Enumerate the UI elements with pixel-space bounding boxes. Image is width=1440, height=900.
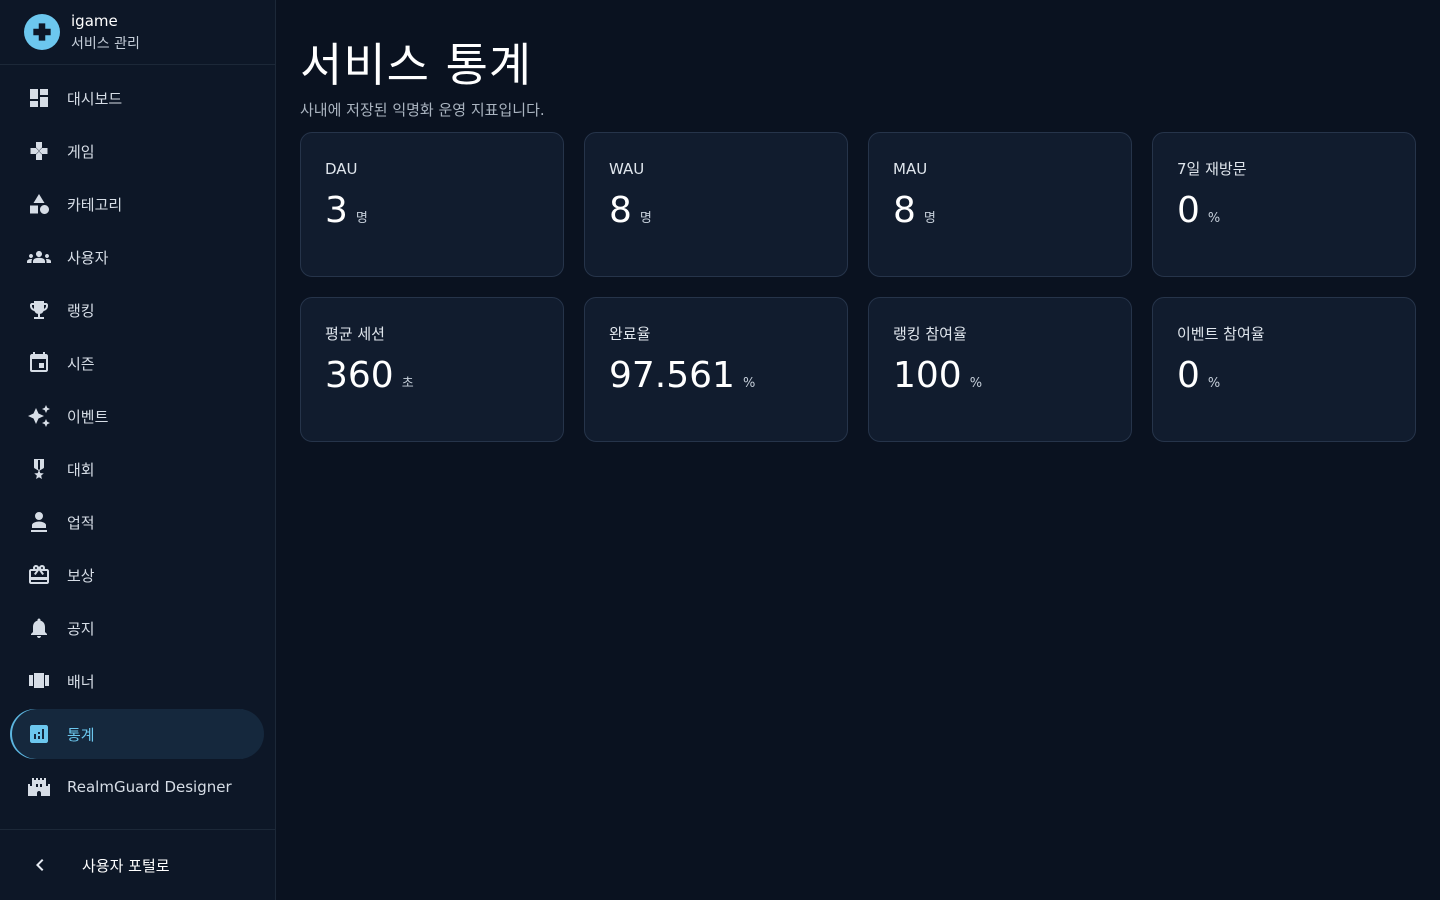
stat-card-dau: DAU 3명	[300, 132, 564, 277]
stat-label: DAU	[325, 160, 358, 178]
sidebar-item-label: 배너	[67, 672, 95, 691]
sidebar-item-label: 대시보드	[67, 89, 123, 108]
sidebar-item-realmguard-designer[interactable]: RealmGuard Designer	[10, 762, 264, 812]
stat-value: 8	[609, 190, 632, 231]
sidebar-item-label: 이벤트	[67, 407, 109, 426]
sidebar-item-label: 보상	[67, 566, 95, 585]
stat-unit: %	[1207, 211, 1221, 226]
chevron-left-icon	[28, 853, 52, 877]
sidebar-item-label: 시즌	[67, 354, 95, 373]
sidebar-item-tournaments[interactable]: 대회	[10, 444, 264, 494]
sidebar-item-label: 통계	[67, 725, 95, 744]
sidebar-item-seasons[interactable]: 시즌	[10, 338, 264, 388]
stat-value: 100	[893, 355, 962, 396]
stat-card-event-participation: 이벤트 참여율 0%	[1152, 297, 1416, 442]
sidebar-item-label: RealmGuard Designer	[67, 778, 232, 796]
sidebar-item-banners[interactable]: 배너	[10, 656, 264, 706]
sidebar-item-ranking[interactable]: 랭킹	[10, 285, 264, 335]
gamepad-logo-icon	[24, 14, 60, 50]
stat-value: 0	[1177, 190, 1200, 231]
sparkle-icon	[26, 403, 52, 429]
stat-unit: 명	[923, 211, 936, 226]
stat-label: WAU	[609, 160, 645, 178]
sidebar-item-rewards[interactable]: 보상	[10, 550, 264, 600]
page-subtitle: 사내에 저장된 익명화 운영 지표입니다.	[300, 101, 545, 119]
sidebar-item-label: 대회	[67, 460, 95, 479]
sidebar-item-achievements[interactable]: 업적	[10, 497, 264, 547]
stat-label: 완료율	[609, 325, 651, 343]
sidebar-item-users[interactable]: 사용자	[10, 232, 264, 282]
user-portal-link[interactable]: 사용자 포털로	[0, 829, 275, 900]
sidebar-item-label: 사용자	[67, 248, 109, 267]
stats-grid: DAU 3명 WAU 8명 MAU 8명 7일 재방문 0% 평균 세션 360…	[300, 132, 1416, 442]
bell-icon	[26, 615, 52, 641]
stat-value: 8	[893, 190, 916, 231]
banner-icon	[26, 668, 52, 694]
category-icon	[26, 191, 52, 217]
stat-label: 7일 재방문	[1177, 160, 1247, 178]
stat-card-ranking-participation: 랭킹 참여율 100%	[868, 297, 1132, 442]
calendar-icon	[26, 350, 52, 376]
sidebar-item-label: 공지	[67, 619, 95, 638]
stat-unit: %	[969, 376, 983, 391]
sidebar-item-games[interactable]: 게임	[10, 126, 264, 176]
users-icon	[26, 244, 52, 270]
medal-icon	[26, 456, 52, 482]
gamepad-icon	[26, 138, 52, 164]
dashboard-icon	[26, 85, 52, 111]
sidebar: igame 서비스 관리 대시보드 게임 카테고리 사용자 랭킹 시즌 이벤트 …	[0, 0, 276, 900]
stat-unit: %	[742, 376, 756, 391]
brand[interactable]: igame 서비스 관리	[0, 0, 275, 65]
brand-name: igame	[71, 11, 118, 30]
sidebar-item-label: 카테고리	[67, 195, 123, 214]
stat-value: 97.561	[609, 355, 735, 396]
stat-unit: 명	[639, 211, 652, 226]
sidebar-item-notices[interactable]: 공지	[10, 603, 264, 653]
sidebar-nav: 대시보드 게임 카테고리 사용자 랭킹 시즌 이벤트 대회 업적 보상 공지 배…	[0, 65, 275, 815]
page-title: 서비스 통계	[300, 38, 533, 92]
sidebar-item-label: 업적	[67, 513, 95, 532]
stat-card-completion-rate: 완료율 97.561%	[584, 297, 848, 442]
stat-value: 0	[1177, 355, 1200, 396]
sidebar-item-statistics[interactable]: 통계	[10, 709, 264, 759]
trophy-icon	[26, 297, 52, 323]
stat-label: 평균 세션	[325, 325, 385, 343]
main-content: 서비스 통계 사내에 저장된 익명화 운영 지표입니다. DAU 3명 WAU …	[276, 0, 1440, 900]
gift-icon	[26, 562, 52, 588]
brand-subtitle: 서비스 관리	[71, 35, 140, 52]
bar-chart-icon	[26, 721, 52, 747]
stat-label: MAU	[893, 160, 928, 178]
stat-card-avg-session: 평균 세션 360 초	[300, 297, 564, 442]
stat-label: 랭킹 참여율	[893, 325, 967, 343]
stat-card-7day-revisit: 7일 재방문 0%	[1152, 132, 1416, 277]
sidebar-item-label: 게임	[67, 142, 95, 161]
sidebar-item-events[interactable]: 이벤트	[10, 391, 264, 441]
stat-card-mau: MAU 8명	[868, 132, 1132, 277]
achievement-icon	[26, 509, 52, 535]
stat-value: 3	[325, 190, 348, 231]
stat-value: 360	[325, 355, 394, 396]
sidebar-item-categories[interactable]: 카테고리	[10, 179, 264, 229]
stat-unit: %	[1207, 376, 1221, 391]
sidebar-item-label: 랭킹	[67, 301, 95, 320]
stat-unit: 명	[355, 211, 368, 226]
castle-icon	[26, 774, 52, 800]
stat-label: 이벤트 참여율	[1177, 325, 1265, 343]
stat-unit: 초	[401, 376, 414, 391]
user-portal-label: 사용자 포털로	[82, 856, 170, 875]
sidebar-item-dashboard[interactable]: 대시보드	[10, 73, 264, 123]
stat-card-wau: WAU 8명	[584, 132, 848, 277]
